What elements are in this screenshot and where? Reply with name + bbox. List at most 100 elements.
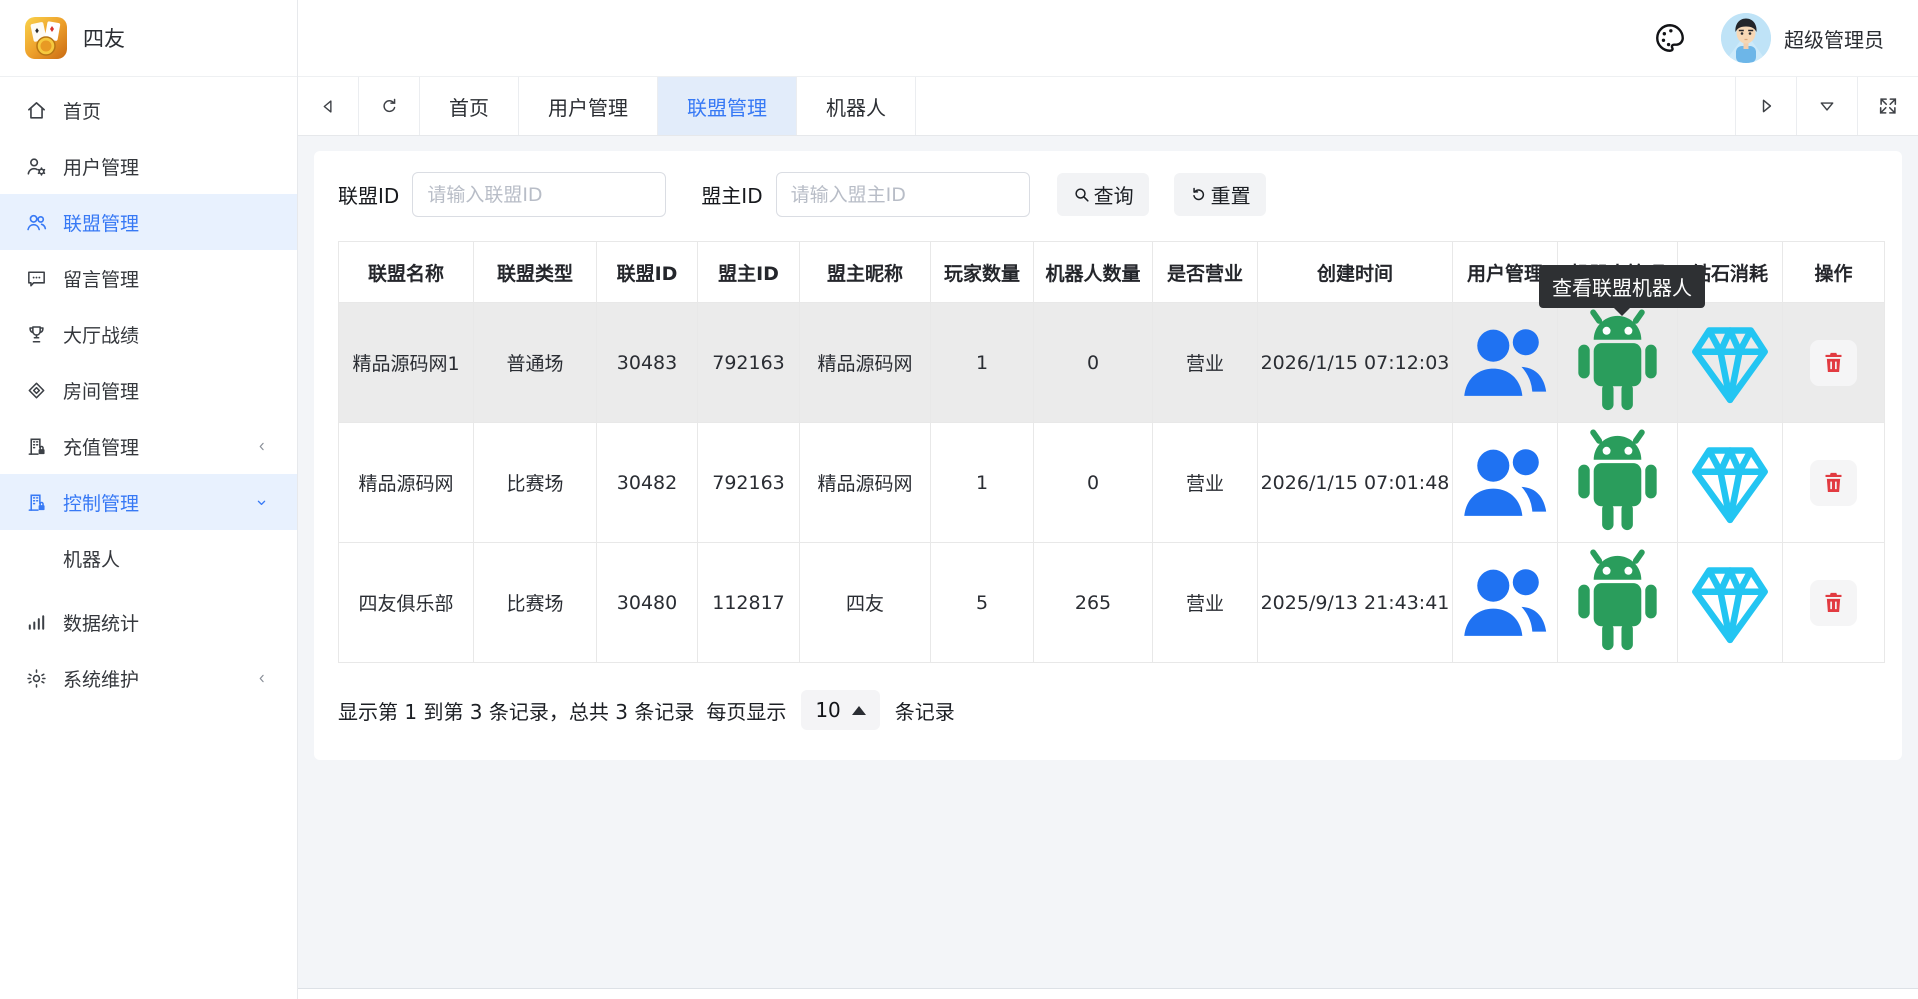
owner-id-input[interactable] xyxy=(776,172,1030,217)
delete-button[interactable] xyxy=(1810,460,1857,506)
forward-triangle-icon xyxy=(1755,95,1777,117)
sidebar-item-label: 用户管理 xyxy=(63,153,139,180)
sidebar-item-control-management[interactable]: 控制管理 xyxy=(0,474,297,530)
delete-button[interactable] xyxy=(1810,340,1857,386)
cell-league-type: 普通场 xyxy=(474,303,597,423)
gem-icon xyxy=(1678,551,1782,655)
delete-button[interactable] xyxy=(1810,580,1857,626)
cell-owner-nickname: 四友 xyxy=(800,543,931,663)
theme-palette-icon[interactable] xyxy=(1653,21,1687,55)
league-table-wrap: 查看联盟机器人 联盟名称 联盟类型 联盟ID 盟主ID 盟主昵称 玩家数量 xyxy=(338,241,1884,663)
cell-is-open: 营业 xyxy=(1153,303,1258,423)
tabbar-spacer xyxy=(916,77,1735,135)
robot-manage-button[interactable] xyxy=(1558,543,1677,662)
user-gear-icon xyxy=(25,155,48,178)
sidebar-item-label: 联盟管理 xyxy=(63,209,139,236)
col-league-name: 联盟名称 xyxy=(339,242,474,303)
cell-league-type: 比赛场 xyxy=(474,423,597,543)
tab-user-management[interactable]: 用户管理 xyxy=(519,77,658,135)
sidebar-item-message-management[interactable]: 留言管理 xyxy=(0,250,297,306)
diamond-consume-button[interactable] xyxy=(1678,431,1782,535)
col-player-count: 玩家数量 xyxy=(931,242,1034,303)
sidebar-item-robot[interactable]: 机器人 xyxy=(0,530,297,586)
league-id-input[interactable] xyxy=(412,172,666,217)
cell-league-name: 四友俱乐部 xyxy=(339,543,474,663)
diamond-consume-button[interactable] xyxy=(1678,311,1782,415)
page-size-value: 10 xyxy=(815,698,840,722)
tabs-dropdown-button[interactable] xyxy=(1796,77,1857,135)
tooltip: 查看联盟机器人 xyxy=(1539,265,1705,308)
caret-up-icon xyxy=(852,706,866,715)
diamond-consume-button[interactable] xyxy=(1678,551,1782,655)
gem-icon xyxy=(1678,311,1782,415)
tab-home[interactable]: 首页 xyxy=(420,77,519,135)
home-icon xyxy=(25,99,48,122)
tabs-back-button[interactable] xyxy=(298,77,359,135)
fullscreen-button[interactable] xyxy=(1857,77,1918,135)
league-panel: 联盟ID 盟主ID 查询 重置 查看联盟机器人 xyxy=(314,151,1902,760)
cell-league-id: 30482 xyxy=(597,423,698,543)
sidebar-item-label: 机器人 xyxy=(63,545,120,572)
tab-robot[interactable]: 机器人 xyxy=(797,77,916,135)
cell-robot-count: 0 xyxy=(1034,303,1153,423)
col-league-type: 联盟类型 xyxy=(474,242,597,303)
chevron-left-icon xyxy=(254,439,269,454)
cell-is-open: 营业 xyxy=(1153,423,1258,543)
trophy-icon xyxy=(25,323,48,346)
cell-player-count: 1 xyxy=(931,303,1034,423)
android-icon xyxy=(1558,423,1677,542)
tabs-forward-button[interactable] xyxy=(1735,77,1796,135)
building-lock-icon xyxy=(25,435,48,458)
cell-owner-nickname: 精品源码网 xyxy=(800,303,931,423)
bar-chart-icon xyxy=(25,611,48,634)
user-manage-button[interactable] xyxy=(1453,431,1557,535)
sidebar-item-label: 充值管理 xyxy=(63,433,139,460)
col-owner-nickname: 盟主昵称 xyxy=(800,242,931,303)
trash-icon xyxy=(1820,589,1847,616)
sidebar-item-home[interactable]: 首页 xyxy=(0,82,297,138)
sidebar-item-label: 大厅战绩 xyxy=(63,321,139,348)
reset-icon xyxy=(1189,185,1208,204)
brand: 四友 xyxy=(0,0,297,77)
cell-league-name: 精品源码网 xyxy=(339,423,474,543)
sidebar-item-data-statistics[interactable]: 数据统计 xyxy=(0,594,297,650)
cell-owner-id: 792163 xyxy=(698,303,800,423)
sidebar-item-system-maintenance[interactable]: 系统维护 xyxy=(0,650,297,706)
table-row: 精品源码网1 普通场 30483 792163 精品源码网 1 0 营业 202… xyxy=(339,303,1885,423)
cell-player-count: 5 xyxy=(931,543,1034,663)
cell-league-id: 30483 xyxy=(597,303,698,423)
sidebar-item-user-management[interactable]: 用户管理 xyxy=(0,138,297,194)
gem-icon xyxy=(1678,431,1782,535)
table-row: 四友俱乐部 比赛场 30480 112817 四友 5 265 营业 2025/… xyxy=(339,543,1885,663)
cell-robot-count: 0 xyxy=(1034,423,1153,543)
cell-owner-nickname: 精品源码网 xyxy=(800,423,931,543)
tab-league-management[interactable]: 联盟管理 xyxy=(658,77,797,135)
table-row: 精品源码网 比赛场 30482 792163 精品源码网 1 0 营业 2026… xyxy=(339,423,1885,543)
cell-league-type: 比赛场 xyxy=(474,543,597,663)
sidebar-item-league-management[interactable]: 联盟管理 xyxy=(0,194,297,250)
cell-league-name: 精品源码网1 xyxy=(339,303,474,423)
tabs-refresh-button[interactable] xyxy=(359,77,420,135)
user-manage-button[interactable] xyxy=(1453,551,1557,655)
user-name: 超级管理员 xyxy=(1784,24,1884,53)
per-page-prefix: 每页显示 xyxy=(706,696,786,725)
main-content: 联盟ID 盟主ID 查询 重置 查看联盟机器人 xyxy=(298,136,1918,999)
search-button[interactable]: 查询 xyxy=(1057,173,1149,216)
cell-owner-id: 792163 xyxy=(698,423,800,543)
sidebar-menu: 首页 用户管理 联盟管理 留言管理 大厅战绩 xyxy=(0,77,297,706)
sidebar-item-label: 控制管理 xyxy=(63,489,139,516)
brand-name: 四友 xyxy=(83,23,125,53)
sidebar-item-recharge-management[interactable]: 充值管理 xyxy=(0,418,297,474)
sidebar-item-label: 首页 xyxy=(63,97,101,124)
sidebar-item-hall-records[interactable]: 大厅战绩 xyxy=(0,306,297,362)
sidebar-item-room-management[interactable]: 房间管理 xyxy=(0,362,297,418)
reset-button[interactable]: 重置 xyxy=(1174,173,1266,216)
robot-manage-button[interactable] xyxy=(1558,423,1677,542)
users-icon xyxy=(25,211,48,234)
chevron-down-icon xyxy=(254,495,269,510)
page-size-select[interactable]: 10 xyxy=(801,690,879,730)
search-icon xyxy=(1072,185,1091,204)
user-manage-button[interactable] xyxy=(1453,311,1557,415)
cell-is-open: 营业 xyxy=(1153,543,1258,663)
user-menu[interactable]: 超级管理员 xyxy=(1721,13,1884,63)
